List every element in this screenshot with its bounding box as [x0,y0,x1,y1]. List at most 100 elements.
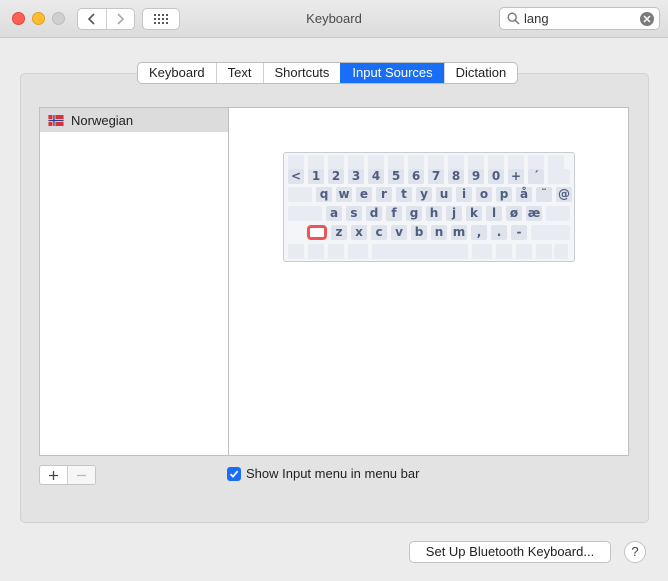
key-2: w [336,187,352,202]
list-item-label: Norwegian [71,112,134,128]
key-10: 9 [468,169,484,184]
key-11: 0 [488,169,504,184]
key-1: < [288,169,304,184]
option-key [496,244,512,259]
tab-keyboard[interactable]: Keyboard [138,63,216,83]
key-5: 4 [368,169,384,184]
command-key [472,244,492,259]
function-key [488,155,504,170]
key-10: ø [506,206,522,221]
key-10: p [496,187,512,202]
setup-bluetooth-keyboard-button[interactable]: Set Up Bluetooth Keyboard... [409,541,611,563]
key-5: g [406,206,422,221]
function-key [408,155,424,170]
key-2: s [346,206,362,221]
key-3: e [356,187,372,202]
key-7: u [436,187,452,202]
keyboard-layout-preview: <1 2 3 4 5 6 7 8 9 0 + ´ q w e r t y u i o p å ¨ @ a s d f g h j k l ø æ z x c… [283,152,575,262]
key-4: r [376,187,392,202]
title-bar: Keyboard [0,0,668,38]
function-key [468,155,484,170]
search-input[interactable] [524,10,634,27]
clear-search-button[interactable] [640,12,654,26]
option-key [328,244,344,259]
list-item-norwegian[interactable]: Norwegian [40,108,228,132]
caps-key [288,206,322,221]
filler-key [548,169,570,184]
key-5: b [411,225,427,240]
search-icon [507,12,520,25]
function-key [548,155,564,170]
tab-shortcuts[interactable]: Shortcuts [262,63,341,83]
key-3: 2 [328,169,344,184]
arrow-key [536,244,552,259]
norway-flag-icon [48,114,64,126]
add-remove-control [39,465,96,485]
key-6: 5 [388,169,404,184]
key-8: k [466,206,482,221]
command-key [348,244,368,259]
tab-input-sources[interactable]: Input Sources [340,63,444,83]
tab-key [288,187,312,202]
arrow-key [516,244,532,259]
plus-icon [49,470,58,480]
fn-key [288,244,304,259]
key-7: j [446,206,462,221]
function-key [528,155,544,170]
function-key [428,155,444,170]
filler-key [531,225,570,240]
key-9: . [491,225,507,240]
arrow-key [554,244,568,259]
key-9: o [476,187,492,202]
key-7: m [451,225,467,240]
add-source-button[interactable] [40,466,67,484]
key-6: h [426,206,442,221]
key-4: 3 [348,169,364,184]
tab-text[interactable]: Text [215,63,263,83]
minus-icon [77,474,86,476]
function-key [288,155,304,170]
key-7: 6 [408,169,424,184]
key-1: q [316,187,332,202]
key-3: c [371,225,387,240]
control-key [308,244,324,259]
key-11: æ [526,206,542,221]
key-3: d [366,206,382,221]
key-8: i [456,187,472,202]
key-6: n [431,225,447,240]
key-9: 8 [448,169,464,184]
show-input-menu-checkbox[interactable] [227,466,241,481]
search-field[interactable] [499,7,660,30]
checkmark-icon [229,470,239,478]
show-input-menu-option[interactable]: Show Input menu in menu bar [227,466,419,481]
key-1: z [331,225,347,240]
keyboard-preferences-window: Keyboard Keyboard Text Shortcuts Input S… [0,0,668,581]
function-key [508,155,524,170]
key-13: ´ [528,169,544,184]
function-key [348,155,364,170]
help-button[interactable]: ? [624,541,646,563]
key-12: + [508,169,524,184]
tab-dictation[interactable]: Dictation [443,63,518,83]
key-2: 1 [308,169,324,184]
function-key [328,155,344,170]
key-11: å [516,187,532,202]
remove-source-button[interactable] [67,466,95,484]
function-key [448,155,464,170]
key-10: - [511,225,527,240]
tab-bar: Keyboard Text Shortcuts Input Sources Di… [137,62,519,84]
key-13: @ [556,187,572,202]
key-8: , [471,225,487,240]
input-sources-list[interactable]: Norwegian [39,107,228,456]
key-12: ¨ [536,187,552,202]
key-5: t [396,187,412,202]
space-bar [372,244,468,259]
highlighted-key [307,225,327,240]
key-9: l [486,206,502,221]
key-1: a [326,206,342,221]
filler-key [546,206,570,221]
function-key [388,155,404,170]
key-4: v [391,225,407,240]
key-6: y [416,187,432,202]
key-4: f [386,206,402,221]
